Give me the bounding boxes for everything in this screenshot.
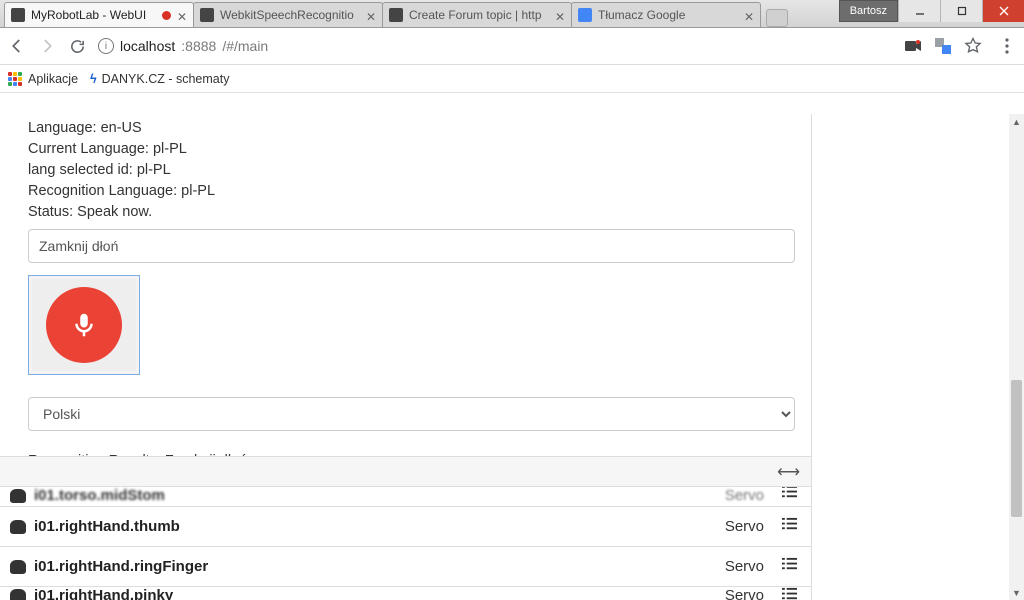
apps-shortcut[interactable]: Aplikacje — [8, 72, 78, 86]
favicon-icon — [11, 8, 25, 22]
favicon-icon — [578, 8, 592, 22]
page-viewport: Language: en-US Current Language: pl-PL … — [0, 114, 1024, 600]
bookmarks-bar: Aplikacje ϟ DANYK.CZ - schematy — [0, 65, 1024, 93]
close-tab-icon[interactable]: ✕ — [177, 10, 187, 20]
service-row-cut-bottom[interactable]: i01.rightHand.pinky Servo — [0, 586, 811, 600]
recording-indicator-icon — [162, 11, 171, 20]
list-icon[interactable] — [782, 486, 797, 504]
service-bullet-icon — [10, 520, 26, 534]
favicon-icon — [389, 8, 403, 22]
browser-tab-2[interactable]: WebkitSpeechRecognitio ✕ — [193, 2, 383, 27]
service-row[interactable]: i01.rightHand.thumb Servo — [0, 506, 811, 546]
chrome-menu-icon[interactable] — [998, 37, 1016, 55]
new-tab-button[interactable] — [766, 9, 788, 27]
resize-horizontal-icon: ⟷ — [777, 462, 797, 482]
apps-label: Aplikacje — [28, 72, 78, 86]
vertical-scrollbar[interactable]: ▲ ▼ — [1009, 114, 1024, 600]
browser-tabstrip: MyRobotLab - WebUI ✕ WebkitSpeechRecogni… — [0, 0, 1024, 28]
service-bullet-icon — [10, 489, 26, 503]
close-tab-icon[interactable]: ✕ — [744, 10, 754, 20]
list-icon[interactable] — [782, 587, 797, 600]
panel-expand-row[interactable]: ⟷ — [0, 456, 811, 486]
scroll-thumb[interactable] — [1011, 380, 1022, 517]
service-row[interactable]: i01.rightHand.ringFinger Servo — [0, 546, 811, 586]
url-path: /#/main — [222, 38, 268, 54]
meta-recognition-language: Recognition Language: pl-PL — [28, 181, 795, 202]
window-close-button[interactable] — [982, 0, 1024, 22]
list-icon[interactable] — [782, 517, 797, 536]
tab-title: Create Forum topic | http — [409, 8, 549, 22]
window-maximize-button[interactable] — [940, 0, 982, 22]
browser-toolbar: i localhost :8888 /#/main — [0, 28, 1024, 65]
site-info-icon[interactable]: i — [98, 38, 114, 54]
bookmark-title: DANYK.CZ - schematy — [102, 72, 230, 86]
service-type: Servo — [725, 587, 764, 600]
chrome-profile-badge[interactable]: Bartosz — [839, 0, 898, 22]
browser-tab-1[interactable]: MyRobotLab - WebUI ✕ — [4, 2, 194, 27]
meta-status: Status: Speak now. — [28, 202, 795, 223]
url-host: localhost — [120, 38, 175, 54]
address-bar[interactable]: i localhost :8888 /#/main — [98, 38, 268, 54]
service-row-cut-top[interactable]: i01.torso.midStom Servo — [0, 486, 811, 506]
window-minimize-button[interactable] — [898, 0, 940, 22]
service-bullet-icon — [10, 589, 26, 600]
forward-button — [38, 37, 56, 55]
camera-indicator-icon[interactable] — [904, 37, 922, 55]
browser-tab-3[interactable]: Create Forum topic | http ✕ — [382, 2, 572, 27]
service-name: i01.rightHand.ringFinger — [34, 558, 208, 575]
scroll-track[interactable] — [1009, 129, 1024, 585]
service-type: Servo — [725, 518, 764, 535]
scroll-up-button[interactable]: ▲ — [1009, 114, 1024, 129]
service-name: i01.rightHand.pinky — [34, 587, 173, 600]
scroll-down-button[interactable]: ▼ — [1009, 585, 1024, 600]
language-select[interactable]: Polski — [28, 397, 795, 431]
meta-current-language: Current Language: pl-PL — [28, 139, 795, 160]
service-name: i01.rightHand.thumb — [34, 518, 180, 535]
service-bullet-icon — [10, 560, 26, 574]
microphone-icon — [69, 310, 99, 340]
mic-circle-icon — [46, 287, 122, 363]
meta-lang-selected: lang selected id: pl-PL — [28, 160, 795, 181]
browser-tab-4[interactable]: Tłumacz Google ✕ — [571, 2, 761, 27]
tab-title: Tłumacz Google — [598, 8, 738, 22]
close-tab-icon[interactable]: ✕ — [366, 10, 376, 20]
translate-icon[interactable] — [934, 37, 952, 55]
bookmark-star-icon[interactable] — [964, 37, 982, 55]
status-block: Language: en-US Current Language: pl-PL … — [28, 114, 795, 223]
reload-button[interactable] — [68, 37, 86, 55]
bookmark-favicon-icon: ϟ — [90, 72, 97, 86]
page-content: Language: en-US Current Language: pl-PL … — [0, 114, 1009, 600]
favicon-icon — [200, 8, 214, 22]
meta-language: Language: en-US — [28, 118, 795, 139]
recognition-text-input[interactable] — [28, 229, 795, 263]
service-type: Servo — [725, 558, 764, 575]
mic-button[interactable] — [28, 275, 140, 375]
close-tab-icon[interactable]: ✕ — [555, 10, 565, 20]
tab-title: MyRobotLab - WebUI — [31, 8, 156, 22]
bookmark-item[interactable]: ϟ DANYK.CZ - schematy — [90, 72, 229, 86]
url-port: :8888 — [181, 38, 216, 54]
list-icon[interactable] — [782, 557, 797, 576]
tab-title: WebkitSpeechRecognitio — [220, 8, 360, 22]
services-list: ⟷ i01.torso.midStom Servo i01.rightHand.… — [0, 456, 811, 600]
back-button[interactable] — [8, 37, 26, 55]
apps-grid-icon — [8, 72, 22, 86]
